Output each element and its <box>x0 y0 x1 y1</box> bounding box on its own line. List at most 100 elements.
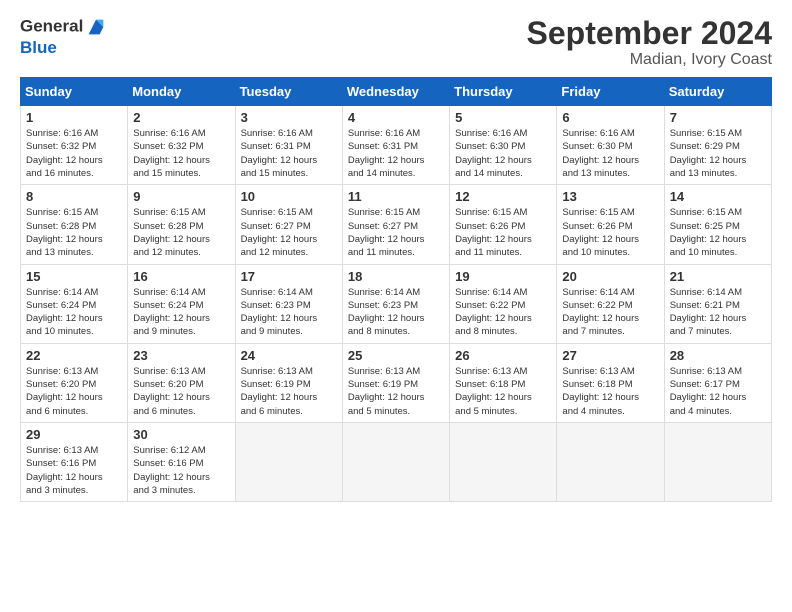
calendar-day-10: 10 Sunrise: 6:15 AMSunset: 6:27 PMDaylig… <box>235 185 342 264</box>
logo-icon <box>85 16 107 38</box>
day-number: 4 <box>348 110 444 125</box>
calendar-day-13: 13 Sunrise: 6:15 AMSunset: 6:26 PMDaylig… <box>557 185 664 264</box>
day-info: Sunrise: 6:16 AMSunset: 6:32 PMDaylight:… <box>133 127 229 180</box>
day-info: Sunrise: 6:15 AMSunset: 6:25 PMDaylight:… <box>670 206 766 259</box>
day-number: 8 <box>26 189 122 204</box>
col-saturday: Saturday <box>664 78 771 106</box>
day-info: Sunrise: 6:16 AMSunset: 6:31 PMDaylight:… <box>241 127 337 180</box>
day-number: 7 <box>670 110 766 125</box>
calendar-day-1: 1 Sunrise: 6:16 AMSunset: 6:32 PMDayligh… <box>21 106 128 185</box>
day-info: Sunrise: 6:15 AMSunset: 6:28 PMDaylight:… <box>26 206 122 259</box>
day-info: Sunrise: 6:14 AMSunset: 6:22 PMDaylight:… <box>455 286 551 339</box>
day-number: 26 <box>455 348 551 363</box>
location-title: Madian, Ivory Coast <box>527 51 772 69</box>
calendar-day-4: 4 Sunrise: 6:16 AMSunset: 6:31 PMDayligh… <box>342 106 449 185</box>
calendar-week-3: 15 Sunrise: 6:14 AMSunset: 6:24 PMDaylig… <box>21 264 772 343</box>
day-number: 1 <box>26 110 122 125</box>
calendar-day-22: 22 Sunrise: 6:13 AMSunset: 6:20 PMDaylig… <box>21 343 128 422</box>
calendar-day-3: 3 Sunrise: 6:16 AMSunset: 6:31 PMDayligh… <box>235 106 342 185</box>
day-info: Sunrise: 6:13 AMSunset: 6:20 PMDaylight:… <box>133 365 229 418</box>
calendar-day-empty <box>342 422 449 501</box>
day-number: 29 <box>26 427 122 442</box>
day-number: 25 <box>348 348 444 363</box>
calendar-day-5: 5 Sunrise: 6:16 AMSunset: 6:30 PMDayligh… <box>450 106 557 185</box>
calendar-day-18: 18 Sunrise: 6:14 AMSunset: 6:23 PMDaylig… <box>342 264 449 343</box>
day-info: Sunrise: 6:15 AMSunset: 6:28 PMDaylight:… <box>133 206 229 259</box>
day-info: Sunrise: 6:14 AMSunset: 6:24 PMDaylight:… <box>133 286 229 339</box>
calendar-day-11: 11 Sunrise: 6:15 AMSunset: 6:27 PMDaylig… <box>342 185 449 264</box>
calendar-day-26: 26 Sunrise: 6:13 AMSunset: 6:18 PMDaylig… <box>450 343 557 422</box>
day-info: Sunrise: 6:16 AMSunset: 6:30 PMDaylight:… <box>562 127 658 180</box>
day-number: 24 <box>241 348 337 363</box>
day-info: Sunrise: 6:13 AMSunset: 6:16 PMDaylight:… <box>26 444 122 497</box>
calendar-day-23: 23 Sunrise: 6:13 AMSunset: 6:20 PMDaylig… <box>128 343 235 422</box>
calendar-day-9: 9 Sunrise: 6:15 AMSunset: 6:28 PMDayligh… <box>128 185 235 264</box>
day-number: 9 <box>133 189 229 204</box>
calendar-day-27: 27 Sunrise: 6:13 AMSunset: 6:18 PMDaylig… <box>557 343 664 422</box>
day-number: 21 <box>670 269 766 284</box>
calendar-day-30: 30 Sunrise: 6:12 AMSunset: 6:16 PMDaylig… <box>128 422 235 501</box>
page: General Blue September 2024 Madian, Ivor… <box>0 0 792 512</box>
day-info: Sunrise: 6:15 AMSunset: 6:26 PMDaylight:… <box>455 206 551 259</box>
col-tuesday: Tuesday <box>235 78 342 106</box>
col-thursday: Thursday <box>450 78 557 106</box>
day-info: Sunrise: 6:16 AMSunset: 6:30 PMDaylight:… <box>455 127 551 180</box>
calendar-day-12: 12 Sunrise: 6:15 AMSunset: 6:26 PMDaylig… <box>450 185 557 264</box>
calendar-week-4: 22 Sunrise: 6:13 AMSunset: 6:20 PMDaylig… <box>21 343 772 422</box>
calendar-day-24: 24 Sunrise: 6:13 AMSunset: 6:19 PMDaylig… <box>235 343 342 422</box>
day-number: 17 <box>241 269 337 284</box>
month-title: September 2024 <box>527 16 772 51</box>
day-number: 5 <box>455 110 551 125</box>
calendar-day-21: 21 Sunrise: 6:14 AMSunset: 6:21 PMDaylig… <box>664 264 771 343</box>
day-info: Sunrise: 6:15 AMSunset: 6:27 PMDaylight:… <box>241 206 337 259</box>
calendar-week-1: 1 Sunrise: 6:16 AMSunset: 6:32 PMDayligh… <box>21 106 772 185</box>
day-info: Sunrise: 6:13 AMSunset: 6:17 PMDaylight:… <box>670 365 766 418</box>
title-block: September 2024 Madian, Ivory Coast <box>527 16 772 69</box>
calendar-day-14: 14 Sunrise: 6:15 AMSunset: 6:25 PMDaylig… <box>664 185 771 264</box>
col-wednesday: Wednesday <box>342 78 449 106</box>
logo: General Blue <box>20 16 107 58</box>
day-info: Sunrise: 6:14 AMSunset: 6:22 PMDaylight:… <box>562 286 658 339</box>
calendar-day-25: 25 Sunrise: 6:13 AMSunset: 6:19 PMDaylig… <box>342 343 449 422</box>
day-number: 10 <box>241 189 337 204</box>
calendar-day-6: 6 Sunrise: 6:16 AMSunset: 6:30 PMDayligh… <box>557 106 664 185</box>
calendar-day-17: 17 Sunrise: 6:14 AMSunset: 6:23 PMDaylig… <box>235 264 342 343</box>
calendar-day-8: 8 Sunrise: 6:15 AMSunset: 6:28 PMDayligh… <box>21 185 128 264</box>
calendar-header-row: Sunday Monday Tuesday Wednesday Thursday… <box>21 78 772 106</box>
calendar-day-15: 15 Sunrise: 6:14 AMSunset: 6:24 PMDaylig… <box>21 264 128 343</box>
day-info: Sunrise: 6:13 AMSunset: 6:18 PMDaylight:… <box>562 365 658 418</box>
day-info: Sunrise: 6:14 AMSunset: 6:24 PMDaylight:… <box>26 286 122 339</box>
day-info: Sunrise: 6:12 AMSunset: 6:16 PMDaylight:… <box>133 444 229 497</box>
calendar-day-empty <box>664 422 771 501</box>
day-number: 27 <box>562 348 658 363</box>
day-info: Sunrise: 6:14 AMSunset: 6:23 PMDaylight:… <box>241 286 337 339</box>
day-number: 22 <box>26 348 122 363</box>
day-number: 2 <box>133 110 229 125</box>
day-info: Sunrise: 6:13 AMSunset: 6:19 PMDaylight:… <box>241 365 337 418</box>
day-number: 13 <box>562 189 658 204</box>
calendar-day-28: 28 Sunrise: 6:13 AMSunset: 6:17 PMDaylig… <box>664 343 771 422</box>
day-number: 16 <box>133 269 229 284</box>
day-info: Sunrise: 6:15 AMSunset: 6:27 PMDaylight:… <box>348 206 444 259</box>
calendar-week-5: 29 Sunrise: 6:13 AMSunset: 6:16 PMDaylig… <box>21 422 772 501</box>
calendar-day-16: 16 Sunrise: 6:14 AMSunset: 6:24 PMDaylig… <box>128 264 235 343</box>
day-number: 19 <box>455 269 551 284</box>
day-info: Sunrise: 6:16 AMSunset: 6:31 PMDaylight:… <box>348 127 444 180</box>
calendar-day-2: 2 Sunrise: 6:16 AMSunset: 6:32 PMDayligh… <box>128 106 235 185</box>
day-number: 18 <box>348 269 444 284</box>
day-number: 11 <box>348 189 444 204</box>
day-info: Sunrise: 6:13 AMSunset: 6:20 PMDaylight:… <box>26 365 122 418</box>
calendar-week-2: 8 Sunrise: 6:15 AMSunset: 6:28 PMDayligh… <box>21 185 772 264</box>
day-number: 30 <box>133 427 229 442</box>
calendar-day-empty <box>450 422 557 501</box>
day-info: Sunrise: 6:14 AMSunset: 6:21 PMDaylight:… <box>670 286 766 339</box>
day-number: 14 <box>670 189 766 204</box>
day-info: Sunrise: 6:15 AMSunset: 6:29 PMDaylight:… <box>670 127 766 180</box>
calendar-day-19: 19 Sunrise: 6:14 AMSunset: 6:22 PMDaylig… <box>450 264 557 343</box>
logo-blue: Blue <box>20 38 107 58</box>
day-number: 23 <box>133 348 229 363</box>
day-info: Sunrise: 6:13 AMSunset: 6:19 PMDaylight:… <box>348 365 444 418</box>
day-info: Sunrise: 6:13 AMSunset: 6:18 PMDaylight:… <box>455 365 551 418</box>
col-monday: Monday <box>128 78 235 106</box>
logo-text: General <box>20 16 107 38</box>
